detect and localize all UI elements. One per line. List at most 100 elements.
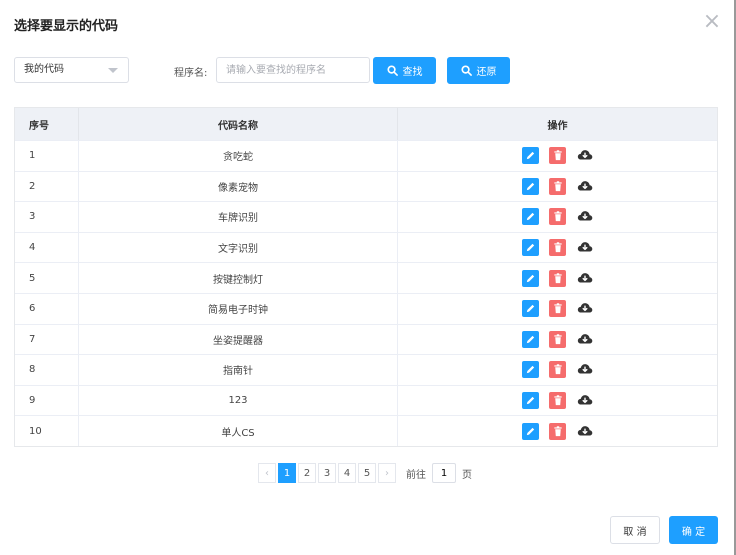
trash-icon[interactable] — [549, 208, 566, 226]
confirm-button[interactable]: 确 定 — [669, 516, 718, 544]
page-button-5[interactable]: 5 — [358, 463, 376, 483]
edit-icon[interactable] — [522, 330, 539, 348]
row-code-name: 坐姿提醒器 — [79, 324, 398, 355]
cloud-download-icon[interactable] — [576, 331, 593, 348]
code-table: 序号 代码名称 操作 1 贪吃蛇 2 像素宠物 3 车牌识别 4 文字识别 5 按键控制灯 6 简易电… — [14, 107, 718, 447]
row-index: 4 — [15, 232, 79, 263]
table-row: 4 文字识别 — [15, 231, 717, 263]
chevron-down-icon — [108, 68, 118, 73]
row-index: 2 — [15, 171, 79, 202]
table-row: 6 简易电子时钟 — [15, 292, 717, 324]
edit-icon[interactable] — [522, 239, 539, 257]
page-list: 12345 — [278, 463, 376, 483]
page-button-3[interactable]: 3 — [318, 463, 336, 483]
header-ops: 操作 — [547, 120, 568, 132]
goto-prefix: 前往 — [406, 469, 426, 481]
header-name: 代码名称 — [79, 108, 398, 140]
row-code-name: 单人CS — [79, 416, 398, 446]
row-actions — [398, 141, 717, 171]
table-row: 2 像素宠物 — [15, 170, 717, 202]
trash-icon[interactable] — [549, 239, 566, 257]
table-row: 1 贪吃蛇 — [15, 140, 717, 171]
row-code-name: 简易电子时钟 — [79, 293, 398, 324]
table-header: 序号 代码名称 操作 — [15, 108, 717, 140]
search-icon — [460, 65, 472, 76]
row-actions — [398, 325, 717, 355]
cloud-download-icon[interactable] — [576, 361, 593, 378]
trash-icon[interactable] — [549, 177, 566, 195]
row-index: 10 — [15, 416, 79, 446]
page-button-1[interactable]: 1 — [278, 463, 296, 483]
page-button-4[interactable]: 4 — [338, 463, 356, 483]
prev-page-button[interactable]: ‹ — [258, 463, 276, 483]
goto-page-input[interactable] — [432, 463, 456, 483]
row-code-name: 123 — [79, 385, 398, 416]
search-icon — [386, 65, 398, 76]
cloud-download-icon[interactable] — [576, 392, 593, 409]
edit-icon[interactable] — [522, 177, 539, 195]
next-page-button[interactable]: › — [378, 463, 396, 483]
row-index: 7 — [15, 324, 79, 355]
trash-icon[interactable] — [549, 147, 566, 165]
row-actions — [398, 355, 717, 385]
row-code-name: 贪吃蛇 — [79, 141, 398, 171]
edit-icon[interactable] — [522, 361, 539, 379]
cloud-download-icon[interactable] — [576, 147, 593, 164]
row-code-name: 指南针 — [79, 355, 398, 385]
edit-icon[interactable] — [522, 422, 539, 440]
edit-icon[interactable] — [522, 300, 539, 318]
table-body: 1 贪吃蛇 2 像素宠物 3 车牌识别 4 文字识别 5 按键控制灯 6 简易电子时钟 7 坐姿提醒器 8 指… — [15, 140, 717, 446]
table-row: 5 按键控制灯 — [15, 262, 717, 293]
cloud-download-icon[interactable] — [576, 270, 593, 287]
trash-icon[interactable] — [549, 330, 566, 348]
row-index: 1 — [15, 141, 79, 171]
dialog-title: 选择要显示的代码 — [14, 19, 119, 34]
trash-icon[interactable] — [549, 300, 566, 318]
reset-button[interactable]: 还原 — [447, 57, 510, 84]
program-search-input[interactable] — [216, 57, 370, 83]
close-icon[interactable]: × — [700, 10, 724, 34]
edit-icon[interactable] — [522, 208, 539, 226]
trash-icon[interactable] — [549, 392, 566, 410]
row-index: 8 — [15, 355, 79, 385]
goto-suffix: 页 — [462, 469, 472, 481]
cancel-button[interactable]: 取 消 — [610, 516, 660, 544]
trash-icon[interactable] — [549, 269, 566, 287]
row-code-name: 像素宠物 — [79, 171, 398, 202]
table-row: 10 单人CS — [15, 415, 717, 446]
row-actions — [398, 233, 717, 263]
row-index: 9 — [15, 385, 79, 416]
code-scope-select[interactable]: 我的代码 — [14, 57, 129, 83]
find-button-label: 查找 — [402, 67, 423, 78]
cloud-download-icon[interactable] — [576, 208, 593, 225]
pagination: ‹ 12345 › 前往 页 — [258, 462, 472, 484]
code-select-dialog: 选择要显示的代码 × 我的代码 程序名: 查找 还原 序号 代码名称 操作 1贪… — [0, 0, 736, 555]
row-actions — [398, 172, 717, 202]
row-index: 3 — [15, 202, 79, 232]
cloud-download-icon[interactable] — [576, 239, 593, 256]
row-index: 6 — [15, 293, 79, 324]
table-row: 7 坐姿提醒器 — [15, 323, 717, 355]
cloud-download-icon[interactable] — [576, 300, 593, 317]
header-index: 序号 — [15, 108, 79, 140]
table-row: 8 指南针 — [15, 354, 717, 385]
trash-icon[interactable] — [549, 361, 566, 379]
table-row: 3 车牌识别 — [15, 201, 717, 232]
edit-icon[interactable] — [522, 392, 539, 410]
table-row: 9 123 — [15, 384, 717, 416]
find-button[interactable]: 查找 — [373, 57, 436, 84]
row-code-name: 按键控制灯 — [79, 263, 398, 293]
edit-icon[interactable] — [522, 147, 539, 165]
reset-button-label: 还原 — [476, 67, 497, 78]
cloud-download-icon[interactable] — [576, 178, 593, 195]
cloud-download-icon[interactable] — [576, 423, 593, 440]
row-index: 5 — [15, 263, 79, 293]
row-actions — [398, 386, 717, 416]
trash-icon[interactable] — [549, 422, 566, 440]
program-name-label: 程序名: — [174, 68, 208, 79]
edit-icon[interactable] — [522, 269, 539, 287]
row-actions — [398, 294, 717, 324]
page-button-2[interactable]: 2 — [298, 463, 316, 483]
row-actions — [398, 263, 717, 293]
row-code-name: 车牌识别 — [79, 202, 398, 232]
